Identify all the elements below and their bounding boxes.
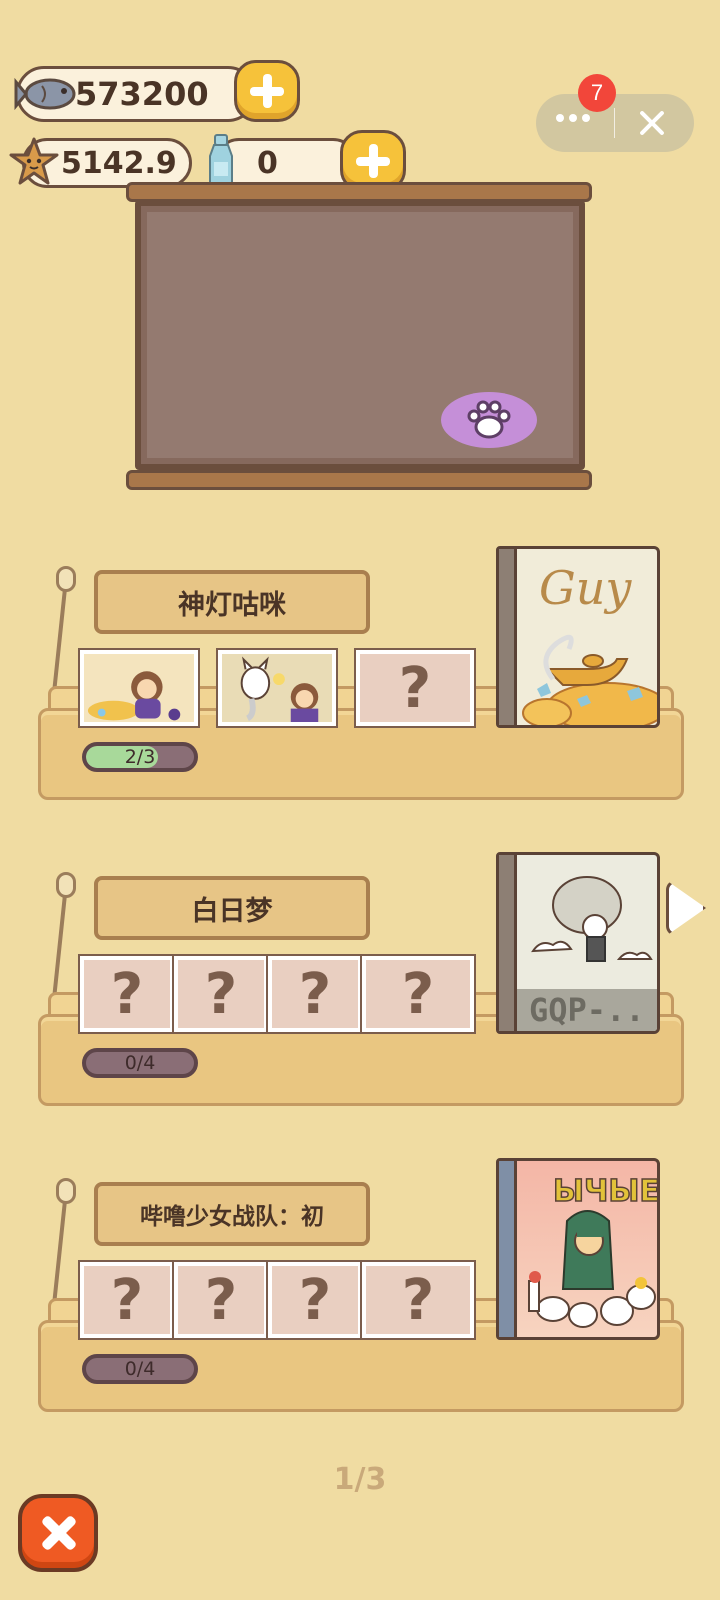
book-spine	[499, 549, 517, 725]
genie-cat-illustration	[222, 654, 332, 722]
lamp-treasure-illustration	[522, 634, 657, 725]
close-mini-program-icon[interactable]	[636, 107, 668, 139]
paw-button[interactable]	[441, 392, 537, 448]
mini-program-capsule	[536, 94, 694, 152]
add-fish-button[interactable]	[234, 60, 300, 122]
book-spine	[499, 855, 517, 1031]
paw-icon	[467, 400, 511, 439]
exit-button[interactable]	[18, 1494, 98, 1572]
capsule-divider	[614, 108, 615, 138]
page-indicator: 1/3	[333, 1462, 387, 1497]
question-mark-icon: ?	[298, 1267, 332, 1333]
girls-squad-book-icon[interactable]: ЫЧЫЕ	[496, 1158, 660, 1340]
book-title: Guy	[539, 561, 632, 615]
question-mark-icon: ?	[401, 1267, 435, 1333]
story-card[interactable]	[216, 648, 338, 728]
question-mark-icon: ?	[398, 655, 432, 721]
board-bottom-rail	[126, 470, 592, 490]
shelf-title-sign: 哔噜少女战队：初	[94, 1182, 370, 1246]
shelf-title: 白日梦	[191, 895, 273, 927]
locked-card[interactable]: ?	[172, 1260, 270, 1340]
question-mark-icon: ?	[401, 961, 435, 1027]
shelf-daydream: 白日梦 ? ? ? ? 0/4 GQP-..	[0, 836, 720, 1116]
starfish-icon	[9, 137, 59, 185]
collection-progress: 0/4	[82, 1048, 198, 1078]
book-spine	[499, 1161, 517, 1337]
star-currency-value: 5142.9	[61, 145, 177, 181]
locked-card[interactable]: ?	[360, 1260, 476, 1340]
question-mark-icon: ?	[204, 1267, 238, 1333]
locked-card[interactable]: ?	[266, 1260, 364, 1340]
shelf-post-knob	[56, 872, 76, 898]
locked-card[interactable]: ?	[78, 954, 176, 1034]
story-card[interactable]	[78, 648, 200, 728]
question-mark-icon: ?	[110, 1267, 144, 1333]
collection-progress: 2/3	[82, 742, 198, 772]
question-mark-icon: ?	[110, 961, 144, 1027]
shelf-magic-lamp: 神灯咕咪 ? 2/3 Guy	[0, 530, 720, 810]
book-title: GQP-..	[529, 991, 645, 1029]
shelf-title: 神灯咕咪	[178, 589, 286, 621]
progress-label: 0/4	[124, 1358, 156, 1380]
question-mark-icon: ?	[298, 961, 332, 1027]
locked-card[interactable]: ?	[354, 648, 476, 728]
girls-squad-illustration: ЫЧЫЕ	[528, 1173, 660, 1328]
shelf-post-knob	[56, 1178, 76, 1204]
locked-card[interactable]: ?	[266, 954, 364, 1034]
shelf-girls-squad: 哔噜少女战队：初 ? ? ? ? 0/4 ЫЧЫЕ	[0, 1142, 720, 1422]
daydream-illustration	[531, 876, 653, 962]
magic-lamp-book-icon[interactable]: Guy	[496, 546, 660, 728]
locked-card[interactable]: ?	[172, 954, 270, 1034]
progress-label: 0/4	[124, 1052, 156, 1074]
fish-currency-value: 573200	[75, 75, 209, 113]
locked-card[interactable]: ?	[360, 954, 476, 1034]
notification-badge: 7	[578, 74, 616, 112]
bottle-currency-value: 0	[257, 145, 278, 181]
shelf-post-knob	[56, 566, 76, 592]
genie-story-illustration	[84, 654, 194, 722]
shelf-title-sign: 神灯咕咪	[94, 570, 370, 634]
bulletin-board	[135, 200, 585, 470]
svg-text:ЫЧЫЕ: ЫЧЫЕ	[553, 1174, 660, 1209]
daydream-book-icon[interactable]: GQP-..	[496, 852, 660, 1034]
shelf-title-sign: 白日梦	[94, 876, 370, 940]
question-mark-icon: ?	[204, 961, 238, 1027]
more-menu-icon[interactable]	[556, 114, 590, 122]
progress-label: 2/3	[124, 746, 156, 768]
collection-progress: 0/4	[82, 1354, 198, 1384]
shelf-title: 哔噜少女战队：初	[140, 1204, 324, 1230]
locked-card[interactable]: ?	[78, 1260, 176, 1340]
board-top-rail	[126, 182, 592, 202]
fish-icon	[14, 77, 76, 111]
